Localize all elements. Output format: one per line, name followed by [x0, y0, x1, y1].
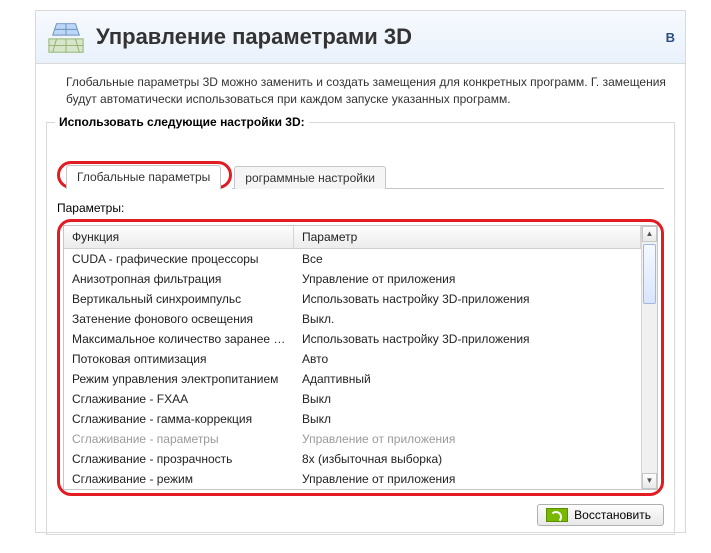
cell-parameter: Выкл. — [294, 312, 641, 326]
table-row[interactable]: Вертикальный синхроимпульсИспользовать н… — [64, 289, 641, 309]
header-right-char: В — [666, 30, 675, 45]
header-3d-icon — [46, 17, 86, 57]
cell-parameter: Использовать настройку 3D-приложения — [294, 332, 641, 346]
tab-highlight-frame: Глобальные параметры — [57, 161, 232, 189]
cell-parameter: Использовать настройку 3D-приложения — [294, 292, 641, 306]
cell-function: Режим управления электропитанием — [64, 372, 294, 386]
table-row[interactable]: Режим управления электропитаниемАдаптивн… — [64, 369, 641, 389]
cell-parameter: Выкл — [294, 392, 641, 406]
cell-function: Сглаживание - параметры — [64, 432, 294, 446]
table-row[interactable]: Максимальное количество заранее под...Ис… — [64, 329, 641, 349]
table-row[interactable]: Анизотропная фильтрацияУправление от при… — [64, 269, 641, 289]
settings-panel: Управление параметрами 3D В Глобальные п… — [35, 10, 686, 533]
cell-parameter: Управление от приложения — [294, 472, 641, 486]
table-row[interactable]: CUDA - графические процессорыВсе — [64, 249, 641, 269]
cell-function: Сглаживание - прозрачность — [64, 452, 294, 466]
cell-function: Анизотропная фильтрация — [64, 272, 294, 286]
cell-function: Сглаживание - гамма-коррекция — [64, 412, 294, 426]
cell-parameter: Управление от приложения — [294, 432, 641, 446]
table-row[interactable]: Потоковая оптимизацияАвто — [64, 349, 641, 369]
tab-global[interactable]: Глобальные параметры — [66, 165, 221, 189]
table-row[interactable]: Сглаживание - режимУправление от приложе… — [64, 469, 641, 489]
cell-parameter: Все — [294, 252, 641, 266]
tab-program[interactable]: рограммные настройки — [234, 166, 386, 189]
table-row[interactable]: Сглаживание - параметрыУправление от при… — [64, 429, 641, 449]
parameters-label: Параметры: — [57, 201, 664, 215]
table-row[interactable]: Затенение фонового освещенияВыкл. — [64, 309, 641, 329]
nvidia-icon — [546, 508, 568, 522]
table-row[interactable]: Сглаживание - прозрачность8x (избыточная… — [64, 449, 641, 469]
cell-function: Затенение фонового освещения — [64, 312, 294, 326]
table-row[interactable]: Сглаживание - FXAAВыкл — [64, 389, 641, 409]
scroll-thumb[interactable] — [643, 244, 656, 304]
cell-function: Максимальное количество заранее под... — [64, 332, 294, 346]
table-highlight-frame: Функция Параметр CUDA - графические проц… — [57, 219, 664, 496]
cell-function: Сглаживание - режим — [64, 472, 294, 486]
cell-function: Вертикальный синхроимпульс — [64, 292, 294, 306]
cell-parameter: Авто — [294, 352, 641, 366]
table-row[interactable]: Сглаживание - гамма-коррекцияВыкл — [64, 409, 641, 429]
cell-function: Потоковая оптимизация — [64, 352, 294, 366]
restore-button[interactable]: Восстановить — [537, 504, 664, 526]
table-header: Функция Параметр — [64, 226, 641, 249]
cell-parameter: 8x (избыточная выборка) — [294, 452, 641, 466]
cell-parameter: Выкл — [294, 412, 641, 426]
scroll-up-icon[interactable]: ▲ — [642, 226, 657, 242]
column-function[interactable]: Функция — [64, 226, 294, 248]
restore-button-label: Восстановить — [574, 508, 651, 522]
panel-header: Управление параметрами 3D В — [36, 11, 685, 64]
column-parameter[interactable]: Параметр — [294, 226, 641, 248]
cell-parameter: Управление от приложения — [294, 272, 641, 286]
tabs-row: Глобальные параметры рограммные настройк… — [57, 147, 664, 189]
vertical-scrollbar[interactable]: ▲ ▼ — [641, 226, 657, 489]
parameters-table: Функция Параметр CUDA - графические проц… — [63, 225, 658, 490]
footer-actions: Восстановить — [57, 504, 664, 526]
page-title: Управление параметрами 3D — [96, 24, 666, 50]
description-text: Глобальные параметры 3D можно заменить и… — [36, 64, 685, 122]
settings-group: Использовать следующие настройки 3D: Гло… — [46, 122, 675, 535]
cell-parameter: Адаптивный — [294, 372, 641, 386]
cell-function: CUDA - графические процессоры — [64, 252, 294, 266]
table-body: CUDA - графические процессорыВсеАнизотро… — [64, 249, 641, 489]
scroll-down-icon[interactable]: ▼ — [642, 473, 657, 489]
cell-function: Сглаживание - FXAA — [64, 392, 294, 406]
group-title: Использовать следующие настройки 3D: — [55, 115, 309, 129]
